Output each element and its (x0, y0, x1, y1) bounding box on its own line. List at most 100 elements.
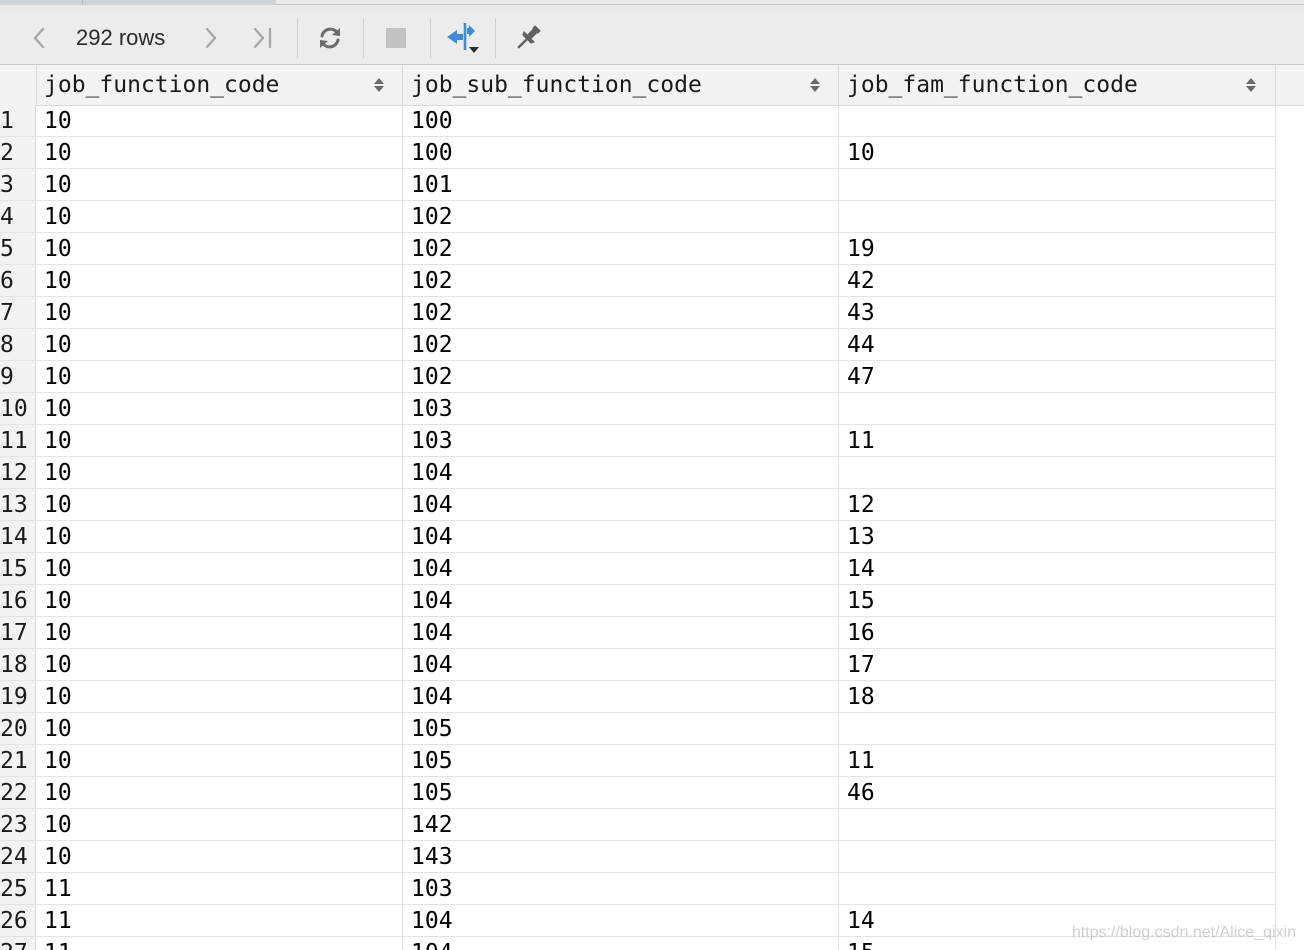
table-cell[interactable]: 105 (403, 777, 839, 808)
row-count-label[interactable]: 292 rows (76, 12, 165, 64)
table-row[interactable]: 3 10 101 (0, 169, 1276, 201)
table-cell[interactable]: 102 (403, 201, 839, 232)
table-cell[interactable]: 102 (403, 265, 839, 296)
table-cell[interactable]: 104 (403, 649, 839, 680)
table-row[interactable]: 8 10 102 44 (0, 329, 1276, 361)
table-row[interactable]: 9 10 102 47 (0, 361, 1276, 393)
row-number[interactable]: 23 (0, 809, 36, 840)
row-number[interactable]: 9 (0, 361, 36, 392)
table-cell[interactable] (839, 169, 1276, 200)
table-row[interactable]: 25 11 103 (0, 873, 1276, 905)
table-row[interactable]: 12 10 104 (0, 457, 1276, 489)
table-row[interactable]: 14 10 104 13 (0, 521, 1276, 553)
table-cell[interactable]: 104 (403, 681, 839, 712)
table-cell[interactable]: 10 (36, 393, 403, 424)
table-cell[interactable]: 11 (839, 745, 1276, 776)
row-number[interactable]: 13 (0, 489, 36, 520)
table-cell[interactable] (839, 873, 1276, 904)
row-number[interactable]: 4 (0, 201, 36, 232)
table-cell[interactable]: 102 (403, 361, 839, 392)
table-row[interactable]: 19 10 104 18 (0, 681, 1276, 713)
row-number[interactable]: 15 (0, 553, 36, 584)
table-cell[interactable]: 43 (839, 297, 1276, 328)
row-number[interactable]: 24 (0, 841, 36, 872)
row-number[interactable]: 17 (0, 617, 36, 648)
row-number[interactable]: 12 (0, 457, 36, 488)
table-cell[interactable]: 104 (403, 905, 839, 936)
table-cell[interactable]: 103 (403, 425, 839, 456)
table-cell[interactable]: 10 (36, 137, 403, 168)
row-number[interactable]: 2 (0, 137, 36, 168)
table-cell[interactable]: 19 (839, 233, 1276, 264)
table-cell[interactable]: 10 (36, 425, 403, 456)
row-number[interactable]: 10 (0, 393, 36, 424)
table-cell[interactable]: 10 (36, 329, 403, 360)
table-cell[interactable]: 10 (36, 233, 403, 264)
table-cell[interactable]: 10 (36, 841, 403, 872)
table-cell[interactable] (839, 105, 1276, 136)
active-tab[interactable] (0, 0, 276, 5)
compare-button[interactable] (442, 12, 482, 64)
stop-button[interactable] (380, 12, 412, 64)
table-row[interactable]: 17 10 104 16 (0, 617, 1276, 649)
table-cell[interactable]: 102 (403, 233, 839, 264)
table-cell[interactable] (839, 393, 1276, 424)
last-page-button[interactable] (248, 12, 278, 64)
row-number[interactable]: 8 (0, 329, 36, 360)
row-number[interactable]: 19 (0, 681, 36, 712)
table-cell[interactable]: 11 (839, 425, 1276, 456)
table-cell[interactable]: 10 (839, 137, 1276, 168)
table-cell[interactable]: 14 (839, 553, 1276, 584)
row-number[interactable]: 21 (0, 745, 36, 776)
table-cell[interactable]: 100 (403, 105, 839, 136)
row-number[interactable]: 22 (0, 777, 36, 808)
table-cell[interactable]: 10 (36, 297, 403, 328)
row-number[interactable]: 20 (0, 713, 36, 744)
table-row[interactable]: 6 10 102 42 (0, 265, 1276, 297)
row-number[interactable]: 11 (0, 425, 36, 456)
table-cell[interactable]: 11 (36, 937, 403, 950)
table-cell[interactable]: 13 (839, 521, 1276, 552)
sort-icon[interactable] (373, 77, 385, 93)
table-cell[interactable]: 104 (403, 585, 839, 616)
table-row[interactable]: 7 10 102 43 (0, 297, 1276, 329)
table-row[interactable]: 13 10 104 12 (0, 489, 1276, 521)
row-number-header[interactable] (0, 65, 37, 105)
sort-icon[interactable] (1245, 77, 1257, 93)
sort-icon[interactable] (809, 77, 821, 93)
row-number[interactable]: 6 (0, 265, 36, 296)
row-number[interactable]: 16 (0, 585, 36, 616)
table-row[interactable]: 16 10 104 15 (0, 585, 1276, 617)
table-cell[interactable]: 105 (403, 745, 839, 776)
column-header-job-sub-function-code[interactable]: job_sub_function_code (403, 65, 839, 105)
table-row[interactable]: 21 10 105 11 (0, 745, 1276, 777)
table-cell[interactable]: 11 (36, 873, 403, 904)
table-cell[interactable]: 15 (839, 585, 1276, 616)
table-cell[interactable] (839, 457, 1276, 488)
table-cell[interactable]: 42 (839, 265, 1276, 296)
row-number[interactable]: 7 (0, 297, 36, 328)
table-cell[interactable]: 142 (403, 809, 839, 840)
table-cell[interactable]: 143 (403, 841, 839, 872)
row-number[interactable]: 1 (0, 105, 36, 136)
table-row[interactable]: 22 10 105 46 (0, 777, 1276, 809)
table-row[interactable]: 4 10 102 (0, 201, 1276, 233)
table-cell[interactable]: 12 (839, 489, 1276, 520)
table-row[interactable]: 15 10 104 14 (0, 553, 1276, 585)
table-row[interactable]: 24 10 143 (0, 841, 1276, 873)
next-page-button[interactable] (196, 12, 226, 64)
table-cell[interactable]: 104 (403, 521, 839, 552)
table-cell[interactable] (839, 841, 1276, 872)
row-number[interactable]: 3 (0, 169, 36, 200)
row-number[interactable]: 26 (0, 905, 36, 936)
table-cell[interactable]: 104 (403, 553, 839, 584)
table-cell[interactable]: 10 (36, 745, 403, 776)
table-cell[interactable] (839, 809, 1276, 840)
table-cell[interactable]: 105 (403, 713, 839, 744)
table-cell[interactable]: 102 (403, 297, 839, 328)
row-number[interactable]: 27 (0, 937, 36, 950)
table-cell[interactable]: 104 (403, 937, 839, 950)
table-cell[interactable]: 10 (36, 553, 403, 584)
column-header-job-function-code[interactable]: job_function_code (36, 65, 403, 105)
table-cell[interactable]: 10 (36, 457, 403, 488)
